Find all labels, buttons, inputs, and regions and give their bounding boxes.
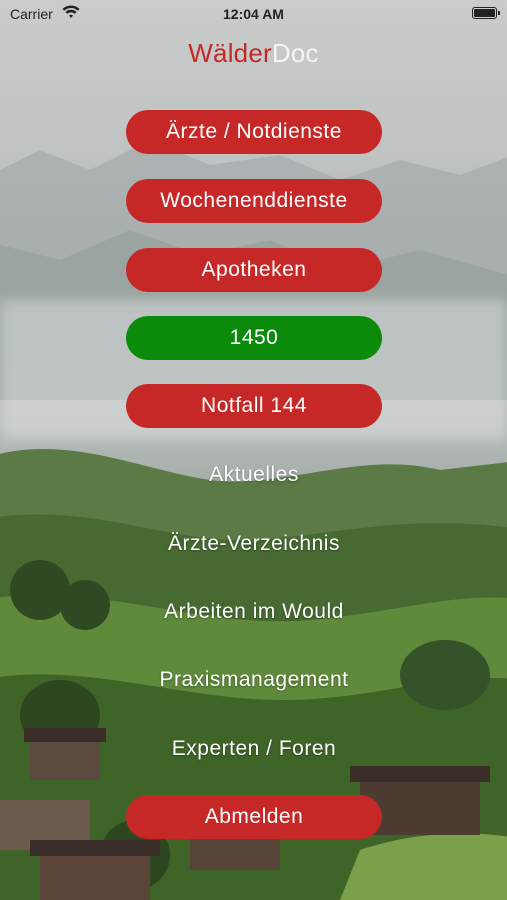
menu-link-aktuelles[interactable]: Aktuelles [126,453,382,497]
menu-button-notfall-144[interactable]: Notfall 144 [126,384,382,428]
tree [60,580,110,630]
menu-button-aerzte-notdienste[interactable]: Ärzte / Notdienste [126,110,382,154]
menu-link-praxismanagement[interactable]: Praxismanagement [126,658,382,702]
house [30,740,100,780]
status-bar: Carrier 12:04 AM [0,0,507,30]
house [40,855,150,900]
menu-button-wochenenddienste[interactable]: Wochenenddienste [126,179,382,223]
menu-link-aerzte-verzeichnis[interactable]: Ärzte-Verzeichnis [126,522,382,566]
menu-button-apotheken[interactable]: Apotheken [126,248,382,292]
app-logo: WälderDoc [0,38,507,69]
menu-link-experten-foren[interactable]: Experten / Foren [126,727,382,771]
menu-button-1450[interactable]: 1450 [126,316,382,360]
logo-part-walder: Wälder [188,38,272,68]
roof [30,840,160,856]
menu-link-arbeiten-im-would[interactable]: Arbeiten im Would [126,590,382,634]
logo-part-doc: Doc [271,38,319,68]
logout-button[interactable]: Abmelden [126,795,382,839]
roof [24,728,106,742]
tree [400,640,490,710]
roof [350,766,490,782]
battery-full-icon [472,7,500,19]
clock-time: 12:04 AM [223,6,284,22]
